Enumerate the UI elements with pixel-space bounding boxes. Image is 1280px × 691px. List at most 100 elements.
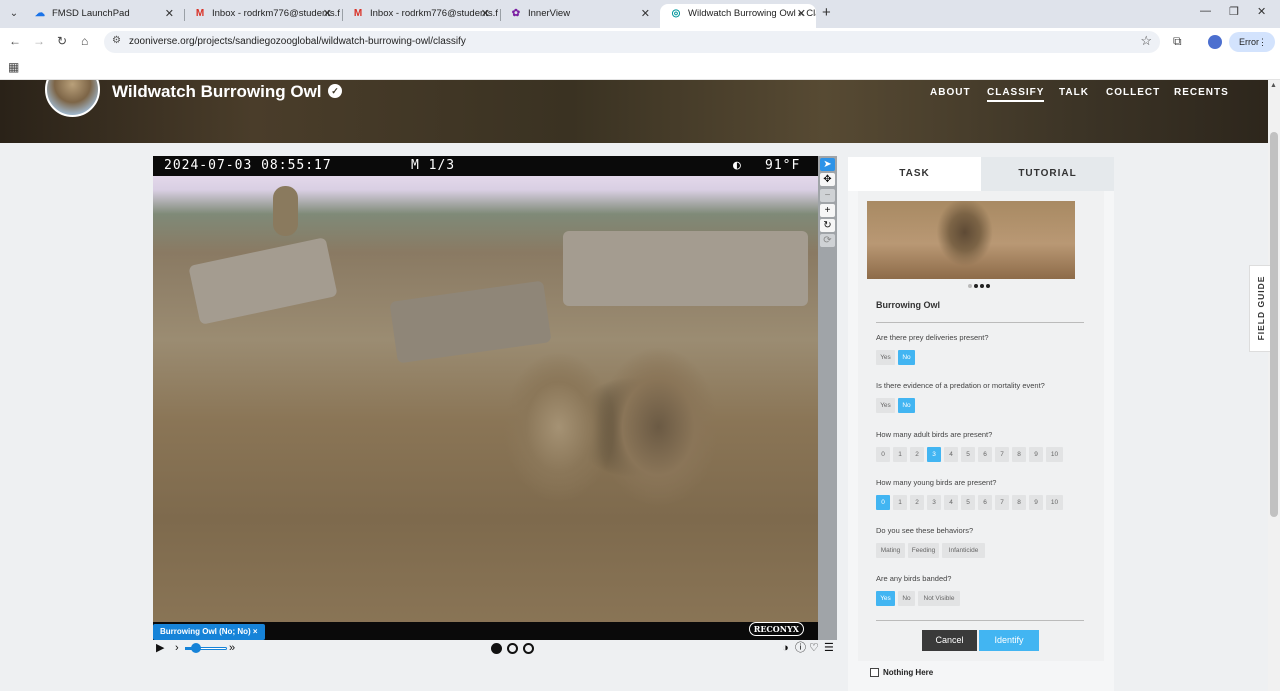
invert-icon[interactable]: ◑ [782, 641, 789, 655]
answer-option[interactable]: Mating [876, 543, 905, 558]
answer-option[interactable]: 10 [1046, 495, 1063, 510]
nav-about[interactable]: ABOUT [930, 87, 971, 98]
answer-option[interactable]: No [898, 591, 915, 606]
frame-dot[interactable] [507, 643, 518, 654]
answer-option[interactable]: 4 [944, 447, 958, 462]
home-icon[interactable]: ⌂ [81, 34, 88, 48]
cancel-button[interactable]: Cancel [922, 630, 977, 651]
browser-tab-zooniverse[interactable]: ◎ Wildwatch Burrowing Owl « Cla ✕ [660, 4, 816, 28]
error-button[interactable]: Error ⋮ [1229, 32, 1275, 52]
browser-tab-inbox-1[interactable]: M Inbox - rodrkm776@students.f ✕ [184, 4, 342, 28]
close-tab-icon[interactable]: ✕ [641, 4, 650, 24]
project-avatar[interactable] [45, 80, 100, 117]
answer-option[interactable]: 1 [893, 447, 907, 462]
answer-option[interactable]: 8 [1012, 447, 1026, 462]
favorite-heart-icon[interactable]: ♡ [809, 641, 819, 655]
browser-tab-launchpad[interactable]: ☁ FMSD LaunchPad ✕ [24, 4, 184, 28]
answer-option[interactable]: 2 [910, 447, 924, 462]
close-tab-icon[interactable]: ✕ [797, 4, 806, 24]
rotate-icon[interactable]: ↻ [820, 219, 835, 232]
annotation-tag[interactable]: Burrowing Owl (No; No) × [153, 624, 265, 640]
restore-icon[interactable]: ❐ [1229, 5, 1239, 18]
project-title[interactable]: Wildwatch Burrowing Owl [112, 82, 322, 102]
identify-button[interactable]: Identify [979, 630, 1039, 651]
answer-option[interactable]: 9 [1029, 447, 1043, 462]
minimize-icon[interactable]: — [1200, 5, 1211, 17]
back-icon[interactable]: ← [9, 34, 21, 48]
info-icon[interactable]: ⓘ [795, 641, 806, 655]
answer-option[interactable]: 0 [876, 495, 890, 510]
bookmark-star-icon[interactable]: ☆ [1140, 33, 1152, 49]
answer-option[interactable]: 7 [995, 447, 1009, 462]
reset-icon[interactable]: ⟳ [820, 234, 835, 247]
zoom-out-icon[interactable]: − [820, 189, 835, 202]
nav-talk[interactable]: TALK [1059, 87, 1089, 98]
answer-option[interactable]: 3 [927, 495, 941, 510]
url-input[interactable]: ⚙ zooniverse.org/projects/sandiegozooglo… [104, 31, 1160, 53]
answer-option[interactable]: Infanticide [942, 543, 985, 558]
collections-list-icon[interactable]: ☰ [824, 641, 834, 655]
answer-option[interactable]: 0 [876, 447, 890, 462]
close-tab-icon[interactable]: ✕ [481, 4, 490, 24]
tab-task[interactable]: TASK [848, 157, 981, 191]
camera-trap-photo[interactable] [153, 156, 818, 640]
nav-collect[interactable]: COLLECT [1106, 87, 1160, 98]
scroll-up-icon[interactable]: ▲ [1270, 82, 1277, 89]
answer-option[interactable]: Not Visible [918, 591, 960, 606]
zoom-in-icon[interactable]: + [820, 204, 835, 217]
forward-icon[interactable]: → [33, 34, 45, 48]
answer-option[interactable]: No [898, 350, 915, 365]
carousel-dot[interactable] [974, 284, 978, 288]
field-guide-tab[interactable]: FIELD GUIDE [1249, 265, 1270, 352]
frame-dot[interactable] [491, 643, 502, 654]
answer-option[interactable]: 3 [927, 447, 941, 462]
answer-option[interactable]: 1 [893, 495, 907, 510]
extensions-icon[interactable]: ⧉ [1173, 34, 1182, 49]
carousel-dot[interactable] [986, 284, 990, 288]
carousel-dot[interactable] [968, 284, 972, 288]
subject-viewer[interactable]: 2024-07-03 08:55:17 M 1/3 ◐ 91°F RECONYX [153, 156, 818, 640]
speed-down-icon[interactable]: › [175, 641, 179, 655]
answer-option[interactable]: Yes [876, 591, 895, 606]
play-icon[interactable]: ▶ [156, 641, 164, 655]
nothing-here-checkbox[interactable] [870, 668, 879, 677]
answer-option[interactable]: 6 [978, 447, 992, 462]
pointer-tool-icon[interactable]: ➤ [820, 158, 835, 171]
answer-option[interactable]: No [898, 398, 915, 413]
question-text: Are there prey deliveries present? [876, 333, 989, 342]
answer-option[interactable]: 5 [961, 447, 975, 462]
site-info-icon[interactable]: ⚙ [112, 35, 121, 46]
speed-up-icon[interactable]: » [229, 641, 235, 655]
new-tab-icon[interactable]: + [822, 4, 831, 21]
close-tab-icon[interactable]: ✕ [323, 4, 332, 24]
answer-option[interactable]: Feeding [908, 543, 939, 558]
answer-option[interactable]: 10 [1046, 447, 1063, 462]
slider-handle[interactable] [191, 643, 201, 653]
browser-tab-inbox-2[interactable]: M Inbox - rodrkm776@students.f ✕ [342, 4, 500, 28]
answer-option[interactable]: 8 [1012, 495, 1026, 510]
answer-option[interactable]: 7 [995, 495, 1009, 510]
scrollbar-thumb[interactable] [1270, 132, 1278, 517]
answer-option[interactable]: Yes [876, 350, 895, 365]
tab-search-icon[interactable]: ⌄ [6, 6, 22, 22]
answer-option[interactable]: 9 [1029, 495, 1043, 510]
tab-tutorial[interactable]: TUTORIAL [981, 157, 1114, 191]
answer-option[interactable]: 4 [944, 495, 958, 510]
page-scrollbar[interactable]: ▲ [1268, 80, 1280, 691]
species-example-photo[interactable] [867, 201, 1075, 279]
answer-option[interactable]: Yes [876, 398, 895, 413]
close-window-icon[interactable]: ✕ [1257, 5, 1266, 18]
nav-recents[interactable]: RECENTS [1174, 87, 1229, 98]
answer-option[interactable]: 5 [961, 495, 975, 510]
apps-grid-icon[interactable]: ▦ [8, 60, 19, 74]
browser-tab-innerview[interactable]: ✿ InnerView ✕ [500, 4, 660, 28]
reload-icon[interactable]: ↻ [57, 34, 67, 48]
close-tab-icon[interactable]: ✕ [165, 4, 174, 24]
answer-option[interactable]: 6 [978, 495, 992, 510]
move-tool-icon[interactable]: ✥ [820, 173, 835, 186]
answer-option[interactable]: 2 [910, 495, 924, 510]
frame-dot[interactable] [523, 643, 534, 654]
nav-classify[interactable]: CLASSIFY [987, 87, 1045, 102]
carousel-dot[interactable] [980, 284, 984, 288]
profile-avatar-icon[interactable] [1208, 35, 1222, 49]
